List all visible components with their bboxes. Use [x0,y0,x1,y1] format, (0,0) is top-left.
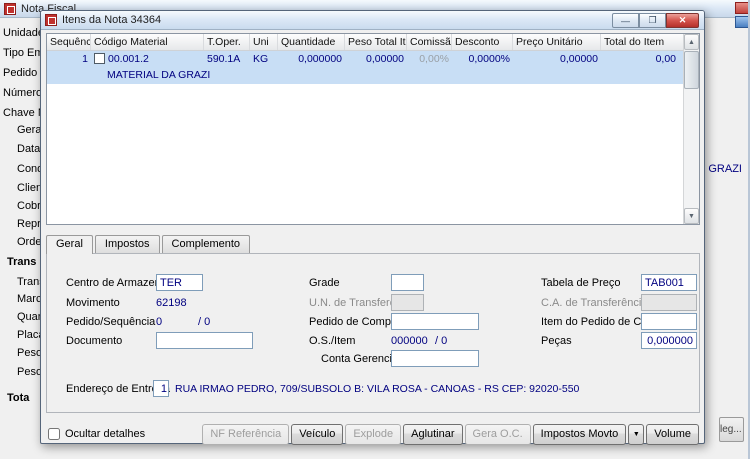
cell-uni: KG [253,53,269,65]
col-sequencia[interactable]: Sequência [47,34,91,50]
bg-value-fragment: GRAZI [708,163,742,175]
impostos-movto-dropdown-icon[interactable]: ▼ [628,423,645,445]
ocultar-detalhes-label: Ocultar detalhes [65,428,146,440]
cell-t-oper: 590.1A [207,53,241,65]
ocultar-detalhes-checkbox[interactable] [48,428,60,440]
app-logo-icon [4,2,16,15]
bg-label: Tota [7,392,30,404]
tab-geral[interactable]: Geral [46,235,93,254]
centro-armazenagem-input[interactable] [156,274,203,291]
col-quantidade[interactable]: Quantidade [278,34,345,50]
scroll-up-icon[interactable]: ▲ [684,34,699,50]
scroll-down-icon[interactable]: ▼ [684,208,699,224]
cell-peso-total: 0,00000 [366,53,404,65]
endereco-entrega-address: RUA IRMAO PEDRO, 709/SUBSOLO B: VILA ROS… [175,383,580,395]
aglutinar-button[interactable]: Aglutinar [403,423,463,445]
bg-label: Número [3,87,43,99]
dialog-logo-icon [45,14,57,26]
nf-referencia-button: NF Referência [202,423,290,445]
ca-transferencia-label: C.A. de Transferência [541,297,648,309]
row-checkbox[interactable] [94,53,105,64]
cell-preco-unitario: 0,00000 [560,53,598,65]
cell-comissao: 0,00% [419,53,449,65]
scrollbar-thumb[interactable] [684,51,699,89]
close-button[interactable]: ✕ [666,13,699,28]
veiculo-button[interactable]: Veículo [291,423,344,445]
bg-label: Trans [7,256,37,268]
grid-body: 1 00.001.2 590.1A KG 0,000000 0,00000 0,… [47,51,683,224]
items-grid: Sequência Código Material T.Oper. Uni Qu… [46,33,700,225]
bg-label: Data [17,143,41,155]
table-row[interactable]: 1 00.001.2 590.1A KG 0,000000 0,00000 0,… [47,51,683,84]
os-item-label: O.S./Item [309,335,356,347]
cell-codigo-text: 00.001.2 [108,53,149,65]
col-codigo-material[interactable]: Código Material [91,34,204,50]
documento-input[interactable] [156,332,253,349]
grid-scrollbar[interactable]: ▲ ▼ [683,34,699,224]
detail-tabs: Geral Impostos Complemento [46,235,252,254]
bg-label: Peso [17,347,43,359]
cell-desconto: 0,0000% [468,53,510,65]
un-transferencia-input [391,294,424,311]
cell-descricao: MATERIAL DA GRAZI [107,69,211,81]
pecas-input[interactable] [641,332,697,349]
explode-button: Explode [345,423,402,445]
os-item-value2: / 0 [435,335,448,347]
conta-gerencial-label: Conta Gerencial [321,353,401,365]
cell-total-item: 0,00 [655,53,676,65]
bg-label: Pedido [3,67,38,79]
minimize-button[interactable]: — [612,13,639,28]
dialog-titlebar[interactable]: Itens da Nota 34364 [41,11,704,30]
documento-label: Documento [66,335,123,347]
close-button-fragment[interactable] [735,2,748,14]
footer-buttons: NF Referência Veículo Explode Aglutinar … [202,423,699,445]
impostos-movto-button[interactable]: Impostos Movto [532,423,627,445]
movimento-label: Movimento [66,297,120,309]
item-pedido-compra-input[interactable] [641,313,697,330]
pedido-compra-input[interactable] [391,313,479,330]
endereco-entrega-number-input[interactable] [153,380,169,397]
tabela-preco-label: Tabela de Preço [541,277,621,289]
col-peso-total-item[interactable]: Peso Total Item [345,34,407,50]
pedido-sequencia-value1: 0 [156,316,163,328]
bg-label: Unidade [3,27,44,39]
ca-transferencia-input [641,294,697,311]
col-preco-unitario[interactable]: Preço Unitário [513,34,601,50]
col-uni[interactable]: Uni [250,34,278,50]
cell-quantidade: 0,000000 [298,53,342,65]
window-controls: — ❐ ✕ [612,13,699,28]
cell-sequencia: 1 [82,53,88,65]
os-item-value1: 000000 [391,335,428,347]
tabela-preco-input[interactable] [641,274,697,291]
cell-codigo: 00.001.2 [91,51,204,68]
maximize-button[interactable]: ❐ [639,13,666,28]
window-icon-fragment [735,16,748,28]
col-desconto[interactable]: Desconto [452,34,513,50]
conta-gerencial-input[interactable] [391,350,479,367]
bg-button-fragment[interactable]: leg... [719,417,744,442]
grade-label: Grade [309,277,340,289]
pecas-label: Peças [541,335,572,347]
dialog-footer: Ocultar detalhes NF Referência Veículo E… [46,423,699,445]
bg-label: Gera [17,124,42,136]
gera-oc-button: Gera O.C. [464,423,531,445]
pedido-sequencia-value2: / 0 [198,316,211,328]
col-total-do-item[interactable]: Total do Item [601,34,679,50]
pedido-compra-label: Pedido de Compra [309,316,401,328]
itens-da-nota-dialog: Itens da Nota 34364 — ❐ ✕ Sequência Códi… [40,10,705,445]
col-comissao[interactable]: Comissão [407,34,452,50]
pedido-sequencia-label: Pedido/Sequência [66,316,156,328]
movimento-value: 62198 [156,297,187,309]
col-t-oper[interactable]: T.Oper. [204,34,250,50]
tab-impostos[interactable]: Impostos [94,235,160,253]
dialog-title: Itens da Nota 34364 [62,14,162,26]
grade-input[interactable] [391,274,424,291]
tab-complemento[interactable]: Complemento [161,235,251,253]
grid-header: Sequência Código Material T.Oper. Uni Qu… [47,34,685,51]
bg-label: Peso [17,366,43,378]
volume-button[interactable]: Volume [646,423,699,445]
